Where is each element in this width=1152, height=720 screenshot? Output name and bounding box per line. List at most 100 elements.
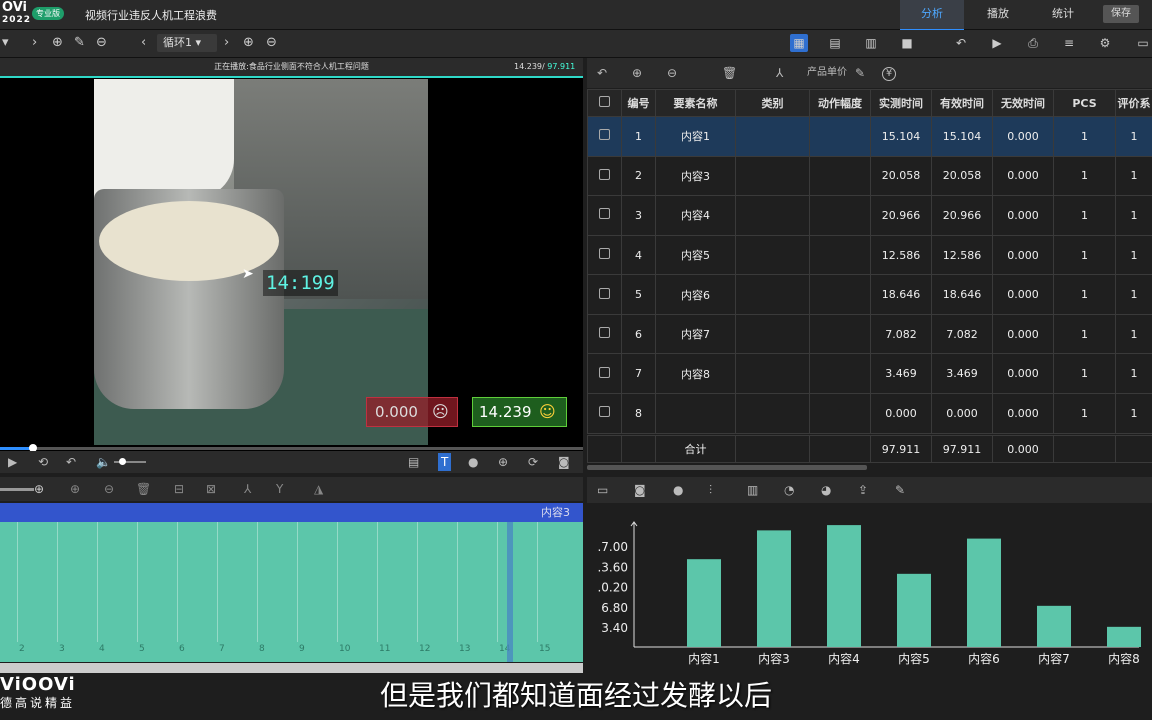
row-id[interactable]: 5: [621, 274, 656, 315]
row-name[interactable]: 内容7: [655, 313, 736, 355]
trash-icon[interactable]: 🗑: [136, 481, 151, 497]
add-loop-icon[interactable]: ⊕: [243, 35, 254, 51]
row-id[interactable]: 6: [621, 313, 656, 355]
row-id[interactable]: 4: [621, 234, 656, 276]
video-frame[interactable]: [94, 79, 428, 445]
document-icon[interactable]: ▤: [408, 453, 419, 471]
row-evaluation[interactable]: 1: [1115, 195, 1152, 236]
row-checkbox[interactable]: [587, 274, 622, 315]
col-header-ineffective[interactable]: 无效时间: [992, 89, 1054, 117]
row-amplitude[interactable]: [809, 393, 871, 434]
row-category[interactable]: [735, 353, 810, 395]
zoom-icon[interactable]: ⊕: [34, 481, 44, 497]
row-effective[interactable]: 20.058: [931, 155, 993, 197]
row-measured[interactable]: 7.082: [870, 313, 932, 355]
currency-icon[interactable]: ¥: [882, 67, 896, 81]
row-category[interactable]: [735, 234, 810, 276]
row-evaluation[interactable]: 1: [1115, 313, 1152, 355]
table-row[interactable]: 3 内容4 20.966 20.966 0.000 1 1: [587, 195, 1152, 236]
table-row[interactable]: 4 内容5 12.586 12.586 0.000 1 1: [587, 234, 1152, 276]
table-row[interactable]: 5 内容6 18.646 18.646 0.000 1 1: [587, 274, 1152, 315]
row-pcs[interactable]: 1: [1053, 313, 1116, 355]
row-checkbox[interactable]: [587, 313, 622, 355]
col-header-effective[interactable]: 有效时间: [931, 89, 993, 117]
mic-icon[interactable]: ●: [468, 453, 478, 471]
dropdown-icon[interactable]: ▾: [2, 35, 9, 51]
row-pcs[interactable]: 1: [1053, 116, 1116, 157]
save-button[interactable]: 保存: [1103, 5, 1139, 23]
row-ineffective[interactable]: 0.000: [992, 313, 1054, 355]
col-header-name[interactable]: 要素名称: [655, 89, 736, 117]
tab-play[interactable]: 播放: [966, 0, 1030, 29]
layout-split-icon[interactable]: ▥: [862, 34, 880, 52]
video-icon[interactable]: ▶: [988, 34, 1006, 52]
row-measured[interactable]: 12.586: [870, 234, 932, 276]
row-category[interactable]: [735, 274, 810, 315]
row-effective[interactable]: 20.966: [931, 195, 993, 236]
col-header-category[interactable]: 类别: [735, 89, 810, 117]
row-pcs[interactable]: 1: [1053, 155, 1116, 197]
row-checkbox[interactable]: [587, 393, 622, 434]
timeline-playhead[interactable]: [507, 522, 513, 662]
back-icon[interactable]: ↶: [66, 453, 76, 471]
progress-track[interactable]: [0, 447, 583, 450]
row-id[interactable]: 7: [621, 353, 656, 395]
row-ineffective[interactable]: 0.000: [992, 353, 1054, 395]
row-ineffective[interactable]: 0.000: [992, 393, 1054, 434]
pie-chart-icon[interactable]: ◔: [784, 482, 794, 498]
text-icon[interactable]: T: [438, 453, 452, 471]
row-effective[interactable]: 0.000: [931, 393, 993, 434]
add-icon[interactable]: ⊕: [52, 35, 63, 51]
add-segment-icon[interactable]: ⊕: [70, 481, 80, 497]
row-measured[interactable]: 18.646: [870, 274, 932, 315]
row-pcs[interactable]: 1: [1053, 234, 1116, 276]
menu-icon[interactable]: ≡: [1060, 34, 1078, 52]
row-evaluation[interactable]: 1: [1115, 116, 1152, 157]
row-category[interactable]: [735, 313, 810, 355]
row-name[interactable]: 内容1: [655, 116, 736, 157]
row-evaluation[interactable]: 1: [1115, 274, 1152, 315]
zoom-slider[interactable]: [0, 488, 34, 491]
camera-icon[interactable]: ◙: [558, 453, 570, 471]
row-pcs[interactable]: 1: [1053, 274, 1116, 315]
row-name[interactable]: 内容4: [655, 195, 736, 236]
col-header-evaluation[interactable]: 评价系: [1115, 89, 1152, 117]
row-measured[interactable]: 15.104: [870, 116, 932, 157]
row-category[interactable]: [735, 155, 810, 197]
row-amplitude[interactable]: [809, 353, 871, 395]
col-header-measured[interactable]: 实测时间: [870, 89, 932, 117]
close-box-icon[interactable]: ⊠: [206, 481, 216, 497]
person-icon[interactable]: ⅄: [244, 481, 251, 497]
trash-icon[interactable]: 🗑: [722, 65, 737, 81]
edit-icon[interactable]: ✎: [855, 65, 865, 81]
layout-single-icon[interactable]: ■: [898, 34, 916, 52]
row-amplitude[interactable]: [809, 313, 871, 355]
pen-icon[interactable]: ✎: [74, 35, 85, 51]
edit-icon[interactable]: ✎: [895, 482, 905, 498]
row-name[interactable]: 内容5: [655, 234, 736, 276]
table-row[interactable]: 7 内容8 3.469 3.469 0.000 1 1: [587, 353, 1152, 395]
tab-analysis[interactable]: 分析: [900, 0, 964, 31]
row-amplitude[interactable]: [809, 195, 871, 236]
timeline-track[interactable]: [0, 522, 583, 662]
bar-chart-icon[interactable]: ▥: [747, 482, 758, 498]
person-icon[interactable]: ⅄: [776, 65, 783, 81]
row-pcs[interactable]: 1: [1053, 393, 1116, 434]
select-all-checkbox[interactable]: [587, 89, 622, 117]
window-icon[interactable]: ▭: [1134, 34, 1152, 52]
row-checkbox[interactable]: [587, 195, 622, 236]
col-header-amplitude[interactable]: 动作幅度: [809, 89, 871, 117]
print-icon[interactable]: ⎙: [1024, 34, 1042, 52]
row-ineffective[interactable]: 0.000: [992, 234, 1054, 276]
row-measured[interactable]: 3.469: [870, 353, 932, 395]
row-id[interactable]: 2: [621, 155, 656, 197]
mic-icon[interactable]: ●: [673, 482, 683, 498]
col-header-id[interactable]: 编号: [621, 89, 656, 117]
row-effective[interactable]: 3.469: [931, 353, 993, 395]
export-icon[interactable]: ⇪: [858, 482, 868, 498]
table-row[interactable]: 1 内容1 15.104 15.104 0.000 1 1: [587, 116, 1152, 157]
row-id[interactable]: 1: [621, 116, 656, 157]
row-checkbox[interactable]: [587, 353, 622, 395]
layout-two-icon[interactable]: ▤: [826, 34, 844, 52]
remove-loop-icon[interactable]: ⊖: [266, 35, 277, 51]
